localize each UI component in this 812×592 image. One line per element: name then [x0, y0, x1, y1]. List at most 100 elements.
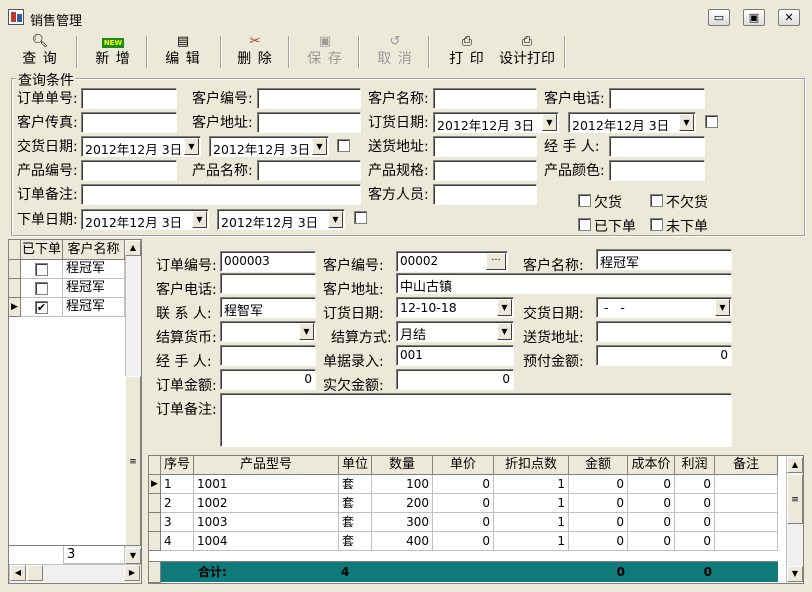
item-model-cell[interactable]: 1002 — [194, 494, 339, 513]
item-profit-cell[interactable]: 0 — [675, 532, 715, 551]
not-owed-checkbox[interactable] — [650, 194, 663, 207]
item-unit-cell[interactable]: 套 — [339, 494, 372, 513]
detail-amount-input[interactable]: 0 — [220, 369, 316, 390]
place-date-from-picker[interactable]: 2012年12月 3日 ▼ — [81, 209, 209, 230]
cust-phone-input[interactable] — [609, 88, 705, 109]
item-seq-cell[interactable]: 2 — [161, 494, 194, 513]
item-profit-cell[interactable]: 0 — [675, 475, 715, 494]
customer-cell[interactable]: 程冠军 — [63, 298, 125, 317]
item-seq-cell[interactable]: 3 — [161, 513, 194, 532]
detail-currency-select[interactable]: ▼ — [220, 321, 316, 342]
item-profit-cell[interactable]: 0 — [675, 513, 715, 532]
item-remark-cell[interactable] — [715, 532, 778, 551]
scroll-down-icon[interactable]: ▼ — [125, 548, 141, 564]
ellipsis-icon[interactable]: ··· — [486, 253, 506, 270]
item-remark-cell[interactable] — [715, 494, 778, 513]
delivery-date-from-picker[interactable]: 2012年12月 3日 ▼ — [81, 136, 201, 157]
item-unit-cell[interactable]: 套 — [339, 532, 372, 551]
item-qty-cell[interactable]: 200 — [372, 494, 433, 513]
table-row[interactable] — [21, 279, 63, 298]
item-discount-cell[interactable]: 1 — [494, 513, 569, 532]
detail-cust-name-input[interactable]: 程冠军 — [596, 249, 732, 270]
product-spec-input[interactable] — [433, 160, 537, 181]
customer-cell[interactable]: 程冠军 — [63, 279, 125, 298]
dropdown-arrow-icon[interactable]: ▼ — [497, 299, 512, 316]
item-unit-cell[interactable]: 套 — [339, 475, 372, 494]
scroll-up-icon[interactable]: ▲ — [125, 240, 141, 256]
customer-cell[interactable]: 程冠军 — [63, 260, 125, 279]
add-button[interactable]: NEW 新 增 — [90, 34, 136, 70]
item-remark-cell[interactable] — [715, 513, 778, 532]
detail-cust-addr-input[interactable]: 中山古镇 — [396, 273, 732, 294]
left-grid-hscroll-thumb[interactable] — [27, 565, 43, 581]
col-header[interactable]: 序号 — [161, 456, 194, 475]
scroll-left-icon[interactable]: ◀ — [10, 565, 26, 581]
delivery-date-checkbox[interactable] — [337, 139, 350, 152]
col-placed-header[interactable]: 已下单 — [21, 240, 63, 260]
detail-cust-phone-input[interactable] — [220, 273, 316, 294]
cust-staff-input[interactable] — [433, 184, 537, 205]
item-seq-cell[interactable]: 4 — [161, 532, 194, 551]
dropdown-arrow-icon[interactable]: ▼ — [542, 114, 557, 131]
cust-name-input[interactable] — [433, 88, 537, 109]
detail-contact-input[interactable]: 程智军 — [220, 297, 316, 318]
item-qty-cell[interactable]: 300 — [372, 513, 433, 532]
table-row[interactable]: ✔ — [21, 298, 63, 317]
item-qty-cell[interactable]: 400 — [372, 532, 433, 551]
col-header[interactable]: 单价 — [433, 456, 494, 475]
item-model-cell[interactable]: 1003 — [194, 513, 339, 532]
detail-delivery-date-picker[interactable]: - - ▼ — [596, 297, 732, 318]
placed-row-checkbox[interactable] — [35, 263, 48, 276]
cust-fax-input[interactable] — [81, 112, 177, 133]
detail-remark-textarea[interactable] — [220, 393, 732, 447]
save-button[interactable]: ▣ 保 存 — [302, 34, 348, 70]
detail-handler-input[interactable] — [220, 345, 316, 366]
design-print-button[interactable]: ⎙ 设计打印 — [496, 34, 558, 70]
dropdown-arrow-icon[interactable]: ▼ — [192, 211, 207, 228]
item-price-cell[interactable]: 0 — [433, 532, 494, 551]
dropdown-arrow-icon[interactable]: ▼ — [328, 211, 343, 228]
item-amount-cell[interactable]: 0 — [569, 494, 628, 513]
item-amount-cell[interactable]: 0 — [569, 513, 628, 532]
order-date-from-picker[interactable]: 2012年12月 3日 ▼ — [433, 112, 559, 133]
product-no-input[interactable] — [81, 160, 177, 181]
left-grid-scroll-thumb[interactable]: ≡ — [125, 376, 141, 546]
items-grid-scroll-thumb[interactable]: ≡ — [787, 474, 803, 524]
dropdown-arrow-icon[interactable]: ▼ — [299, 323, 314, 340]
query-button[interactable]: 🔍︎ 查 询 — [18, 34, 62, 70]
item-price-cell[interactable]: 0 — [433, 475, 494, 494]
detail-entry-input[interactable]: 001 — [396, 345, 514, 366]
detail-order-date-picker[interactable]: 12-10-18 ▼ — [396, 297, 514, 318]
col-header[interactable]: 单位 — [339, 456, 372, 475]
place-date-to-picker[interactable]: 2012年12月 3日 ▼ — [217, 209, 345, 230]
placed-row-checkbox[interactable]: ✔ — [35, 301, 48, 314]
owed-checkbox[interactable] — [578, 194, 591, 207]
item-model-cell[interactable]: 1001 — [194, 475, 339, 494]
item-seq-cell[interactable]: 1 — [161, 475, 194, 494]
item-cost-cell[interactable]: 0 — [628, 494, 675, 513]
placed-checkbox[interactable] — [578, 218, 591, 231]
dropdown-arrow-icon[interactable]: ▼ — [312, 138, 327, 155]
print-button[interactable]: ⎙ 打 印 — [442, 34, 492, 70]
dropdown-arrow-icon[interactable]: ▼ — [715, 299, 730, 316]
maximize-button[interactable]: ▣ — [743, 9, 765, 26]
ship-addr-input[interactable] — [433, 136, 537, 157]
product-color-input[interactable] — [609, 160, 705, 181]
col-header[interactable]: 利润 — [675, 456, 715, 475]
item-price-cell[interactable]: 0 — [433, 494, 494, 513]
delete-button[interactable]: ✂ 删 除 — [232, 34, 278, 70]
scroll-right-icon[interactable]: ▶ — [124, 565, 140, 581]
placed-row-checkbox[interactable] — [35, 282, 48, 295]
order-no-input[interactable] — [81, 88, 177, 109]
order-date-checkbox[interactable] — [705, 115, 718, 128]
cust-addr-input[interactable] — [257, 112, 361, 133]
detail-owed-input[interactable]: 0 — [396, 369, 514, 390]
col-header[interactable]: 备注 — [715, 456, 778, 475]
item-cost-cell[interactable]: 0 — [628, 513, 675, 532]
handler-input[interactable] — [609, 136, 705, 157]
item-qty-cell[interactable]: 100 — [372, 475, 433, 494]
col-customer-header[interactable]: 客户名称 — [63, 240, 125, 260]
detail-settle-select[interactable]: 月结 ▼ — [396, 321, 514, 342]
item-discount-cell[interactable]: 1 — [494, 494, 569, 513]
item-cost-cell[interactable]: 0 — [628, 532, 675, 551]
